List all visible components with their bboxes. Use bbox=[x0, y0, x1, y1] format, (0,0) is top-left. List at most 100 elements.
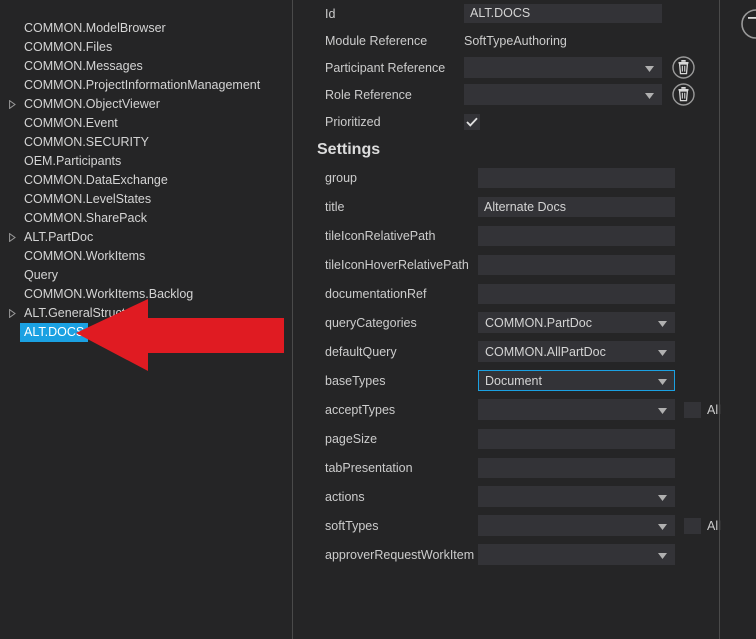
setting-input-page-size[interactable] bbox=[478, 428, 675, 449]
tree-item-common-projectinformationmanagement[interactable]: COMMON.ProjectInformationManagement bbox=[0, 76, 292, 95]
expand-arrow-icon[interactable] bbox=[4, 95, 20, 114]
setting-input-tab-presentation[interactable] bbox=[478, 457, 675, 478]
chevron-down-icon bbox=[645, 61, 654, 75]
tree-item-common-workitems-backlog[interactable]: COMMON.WorkItems.Backlog bbox=[0, 285, 292, 304]
setting-value-default-query: COMMON.AllPartDoc bbox=[485, 344, 606, 359]
setting-field-wrapper bbox=[478, 225, 675, 246]
tree-item-label: COMMON.WorkItems.Backlog bbox=[24, 287, 194, 301]
delete-role-reference-button[interactable] bbox=[672, 83, 695, 106]
setting-field-wrapper bbox=[478, 544, 675, 565]
tree-item-label: Query bbox=[24, 268, 59, 282]
row-role-reference: Role Reference bbox=[293, 81, 756, 108]
tree-item-label: COMMON.Files bbox=[24, 40, 113, 54]
setting-dropdown-base-types[interactable]: Document bbox=[478, 370, 675, 391]
setting-dropdown-query-categories[interactable]: COMMON.PartDoc bbox=[478, 312, 675, 333]
tree-item-alt-partdoc[interactable]: ALT.PartDoc bbox=[0, 228, 292, 247]
setting-dropdown-approver-request-work-item[interactable] bbox=[478, 544, 675, 565]
all-checkbox-accept-types[interactable] bbox=[684, 401, 701, 418]
tree-item-common-event[interactable]: COMMON.Event bbox=[0, 114, 292, 133]
setting-dropdown-soft-types[interactable] bbox=[478, 515, 675, 536]
tree-item-alt-generalstructure[interactable]: ALT.GeneralStructure bbox=[0, 304, 292, 323]
right-panel-divider bbox=[719, 0, 720, 639]
tree-item-label: COMMON.ProjectInformationManagement bbox=[24, 78, 261, 92]
setting-field-wrapper bbox=[478, 515, 675, 536]
participant-reference-dropdown[interactable] bbox=[464, 57, 662, 78]
tree-item-label: ALT.GeneralStructure bbox=[24, 306, 144, 320]
tree-item-label: ALT.PartDoc bbox=[24, 230, 94, 244]
id-input[interactable] bbox=[464, 4, 662, 23]
settings-list: group title tileIconRelativePath tileIconHo… bbox=[293, 163, 756, 569]
delete-participant-reference-button[interactable] bbox=[672, 56, 695, 79]
tree-item-common-levelstates[interactable]: COMMON.LevelStates bbox=[0, 190, 292, 209]
chevron-down-icon bbox=[658, 374, 667, 388]
expand-arrow-icon[interactable] bbox=[4, 304, 20, 323]
tree-item-common-messages[interactable]: COMMON.Messages bbox=[0, 57, 292, 76]
role-reference-label: Role Reference bbox=[325, 87, 412, 102]
prioritized-label: Prioritized bbox=[325, 114, 381, 129]
expand-arrow-icon[interactable] bbox=[4, 228, 20, 247]
setting-label-accept-types: acceptTypes bbox=[325, 402, 396, 417]
setting-input-title[interactable] bbox=[478, 196, 675, 217]
setting-field-wrapper bbox=[478, 254, 675, 275]
setting-input-group[interactable] bbox=[478, 167, 675, 188]
tree-item-common-files[interactable]: COMMON.Files bbox=[0, 38, 292, 57]
tree-item-label: COMMON.WorkItems bbox=[24, 249, 146, 263]
tree-item-common-dataexchange[interactable]: COMMON.DataExchange bbox=[0, 171, 292, 190]
setting-field-wrapper bbox=[478, 399, 675, 420]
setting-field-wrapper: Document bbox=[478, 370, 675, 391]
setting-label-page-size: pageSize bbox=[325, 431, 378, 446]
tree-item-common-objectviewer[interactable]: COMMON.ObjectViewer bbox=[0, 95, 292, 114]
soft-type-tree-panel: COMMON.ModelBrowser COMMON.Files COMMON.Me… bbox=[0, 0, 292, 639]
setting-label-approver-request-work-item: approverRequestWorkItem bbox=[325, 547, 475, 562]
detail-panel: Id Module Reference SoftTypeAuthoring Pa… bbox=[293, 0, 756, 639]
settings-section-title: Settings bbox=[317, 141, 381, 158]
tree-item-oem-participants[interactable]: OEM.Participants bbox=[0, 152, 292, 171]
setting-input-tile-icon-hover-relative-path[interactable] bbox=[478, 254, 675, 275]
trash-icon bbox=[672, 83, 695, 106]
tree-item-alt-docs[interactable]: ALT.DOCS bbox=[0, 323, 292, 342]
check-icon bbox=[466, 117, 478, 127]
setting-row-page-size: pageSize bbox=[293, 424, 756, 453]
tree-item-common-modelbrowser[interactable]: COMMON.ModelBrowser bbox=[0, 19, 292, 38]
setting-field-wrapper: COMMON.AllPartDoc bbox=[478, 341, 675, 362]
tree-item-common-workitems[interactable]: COMMON.WorkItems bbox=[0, 247, 292, 266]
tree-item-common-security[interactable]: COMMON.SECURITY bbox=[0, 133, 292, 152]
tree-item-common-sharepack[interactable]: COMMON.SharePack bbox=[0, 209, 292, 228]
chevron-down-icon bbox=[645, 88, 654, 102]
setting-field-wrapper bbox=[478, 486, 675, 507]
all-checkbox-soft-types[interactable] bbox=[684, 517, 701, 534]
prioritized-checkbox[interactable] bbox=[464, 113, 480, 130]
setting-field-wrapper bbox=[478, 167, 675, 188]
setting-row-actions: actions bbox=[293, 482, 756, 511]
setting-label-query-categories: queryCategories bbox=[325, 315, 417, 330]
setting-input-tile-icon-relative-path[interactable] bbox=[478, 225, 675, 246]
all-toggle-soft-types: All bbox=[684, 517, 721, 534]
tree-item-query[interactable]: Query bbox=[0, 266, 292, 285]
setting-dropdown-actions[interactable] bbox=[478, 486, 675, 507]
tree-item-label: COMMON.SharePack bbox=[24, 211, 147, 225]
setting-label-documentation-ref: documentationRef bbox=[325, 286, 427, 301]
chevron-down-icon bbox=[658, 490, 667, 504]
role-reference-dropdown[interactable] bbox=[464, 84, 662, 105]
setting-input-documentation-ref[interactable] bbox=[478, 283, 675, 304]
setting-label-tab-presentation: tabPresentation bbox=[325, 460, 413, 475]
setting-dropdown-accept-types[interactable] bbox=[478, 399, 675, 420]
trash-icon bbox=[741, 9, 756, 39]
trash-icon bbox=[672, 56, 695, 79]
setting-label-default-query: defaultQuery bbox=[325, 344, 397, 359]
setting-row-group: group bbox=[293, 163, 756, 192]
setting-dropdown-default-query[interactable]: COMMON.AllPartDoc bbox=[478, 341, 675, 362]
setting-value-query-categories: COMMON.PartDoc bbox=[485, 315, 592, 330]
setting-label-actions: actions bbox=[325, 489, 365, 504]
delete-button-clipped[interactable] bbox=[740, 8, 756, 40]
setting-row-tab-presentation: tabPresentation bbox=[293, 453, 756, 482]
